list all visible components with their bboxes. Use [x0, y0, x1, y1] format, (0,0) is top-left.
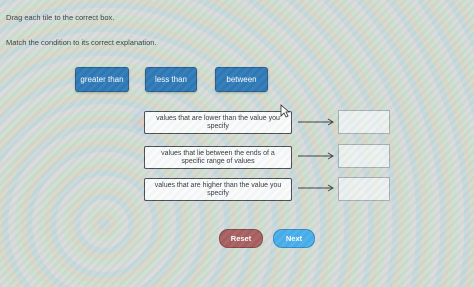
- condition-lower: values that are lower than the value you…: [144, 111, 292, 134]
- drop-target-3[interactable]: [338, 177, 390, 201]
- arrow-right-icon: [298, 152, 334, 160]
- condition-text: values that are lower than the value you…: [156, 114, 280, 130]
- condition-text: values that lie between the ends of a sp…: [161, 149, 275, 165]
- arrow-right-icon: [298, 184, 334, 192]
- tile-greater-than[interactable]: greater than: [75, 67, 129, 92]
- condition-higher: values that are higher than the value yo…: [144, 178, 292, 201]
- instruction-match: Match the condition to its correct expla…: [6, 38, 157, 47]
- reset-button[interactable]: Reset: [219, 229, 263, 248]
- drop-target-2[interactable]: [338, 144, 390, 168]
- instruction-drag: Drag each tile to the correct box.: [6, 13, 115, 22]
- tile-between[interactable]: between: [215, 67, 268, 92]
- condition-between: values that lie between the ends of a sp…: [144, 146, 292, 169]
- next-button[interactable]: Next: [273, 229, 315, 248]
- mouse-cursor-icon: [280, 104, 290, 118]
- tile-less-than[interactable]: less than: [145, 67, 197, 92]
- drop-target-1[interactable]: [338, 110, 390, 134]
- arrow-right-icon: [298, 118, 334, 126]
- condition-text: values that are higher than the value yo…: [154, 181, 282, 197]
